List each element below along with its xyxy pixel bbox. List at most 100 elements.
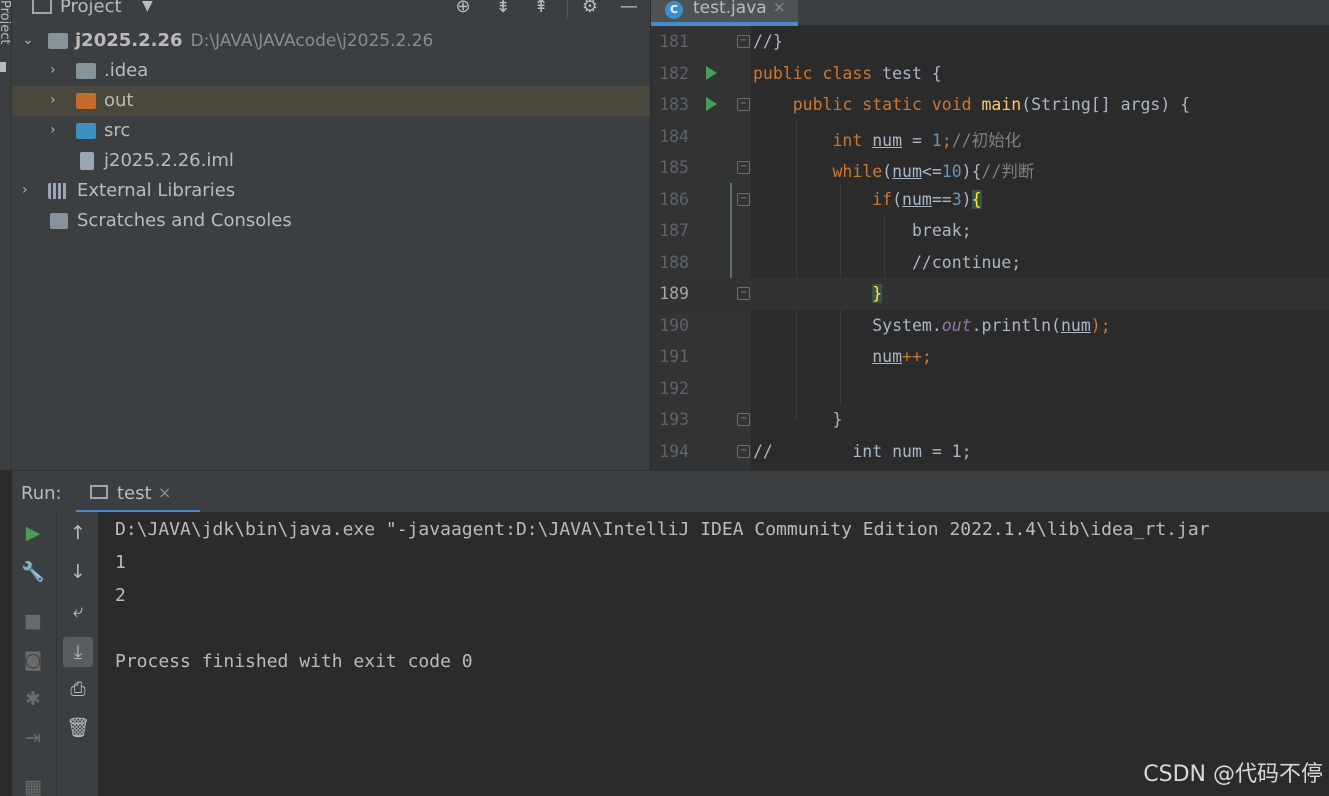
source-folder-icon: [76, 123, 96, 139]
code-line-186[interactable]: 186 − if(num==3){: [651, 184, 1329, 216]
code-editor[interactable]: C test.java × 181 − //} 182 public class…: [651, 0, 1329, 470]
console-output[interactable]: D:\JAVA\jdk\bin\java.exe "-javaagent:D:\…: [98, 512, 1329, 796]
project-title[interactable]: Project: [60, 0, 122, 17]
tree-item-external-libraries[interactable]: › External Libraries: [12, 176, 650, 206]
code-text: while(num<=10){//判断: [832, 162, 1035, 181]
code-line-194[interactable]: 194 − // int num = 1;: [651, 436, 1329, 468]
chevron-down-icon[interactable]: ▼: [142, 0, 153, 14]
soft-wrap-icon[interactable]: ⤶: [65, 598, 91, 624]
tree-item-label: Scratches and Consoles: [77, 210, 292, 231]
watermark: CSDN @代码不停: [1143, 762, 1323, 787]
locate-icon[interactable]: ⊕: [452, 0, 474, 18]
run-panel: Run: test × ▶ 🔧 ■ ◙ ✱ ⇥ ▦ ↑ ↓ ⤶ ⤓ ⎙ 🗑 D:…: [12, 470, 1329, 796]
tab-label: test.java: [693, 0, 767, 18]
expand-all-icon[interactable]: ⇟: [492, 0, 514, 18]
code-text: //continue;: [911, 252, 1022, 272]
editor-tab-bar: C test.java ×: [651, 0, 1329, 26]
line-number: 191: [659, 347, 689, 366]
project-root-path: D:\JAVA\JAVAcode\j2025.2.26: [190, 31, 434, 51]
fold-icon[interactable]: −: [737, 444, 750, 458]
code-line-182[interactable]: 182 public class test {: [651, 58, 1329, 90]
tab-test-java[interactable]: C test.java ×: [651, 0, 798, 26]
camera-icon[interactable]: ◙: [20, 647, 46, 673]
module-folder-icon: [48, 33, 68, 49]
layout-icon[interactable]: ▦: [20, 774, 46, 796]
code-text: System.out.println(num);: [872, 315, 1111, 335]
rerun-icon[interactable]: ▶: [20, 520, 46, 546]
tree-item-scratches[interactable]: Scratches and Consoles: [12, 206, 650, 236]
tree-item-out[interactable]: › out: [12, 86, 650, 116]
console-line: Process finished with exit code 0: [115, 651, 473, 672]
print-icon[interactable]: ⎙: [65, 676, 91, 702]
tree-item-project-root[interactable]: ⌄ j2025.2.26 D:\JAVA\JAVAcode\j2025.2.26: [12, 26, 650, 56]
tree-item-label: out: [104, 90, 134, 111]
tree-item-idea[interactable]: › .idea: [12, 56, 650, 86]
tool-window-strip: Project: [0, 0, 12, 470]
line-number: 181: [659, 32, 689, 51]
code-line-181[interactable]: 181 − //}: [651, 26, 1329, 58]
fold-icon[interactable]: −: [737, 287, 750, 300]
tree-item-iml[interactable]: j2025.2.26.iml: [12, 146, 650, 176]
java-class-icon: C: [665, 1, 683, 19]
line-number: 184: [659, 126, 689, 146]
arrow-down-icon[interactable]: ↓: [65, 559, 91, 585]
close-icon[interactable]: ×: [773, 0, 786, 16]
project-strip-label[interactable]: Project: [0, 0, 12, 44]
fold-icon[interactable]: −: [737, 35, 750, 48]
fold-icon[interactable]: −: [737, 98, 750, 111]
chevron-right-icon[interactable]: ›: [22, 182, 28, 198]
line-number: 183: [659, 95, 689, 114]
chevron-right-icon[interactable]: ›: [50, 62, 56, 78]
code-line-192[interactable]: 192: [651, 373, 1329, 405]
console-line: D:\JAVA\jdk\bin\java.exe "-javaagent:D:\…: [115, 519, 1210, 540]
code-line-187[interactable]: 187 break;: [651, 215, 1329, 247]
project-panel: Project ▼ ⊕ ⇟ ⇞ ⚙ — ⌄ j2025.2.26 D:\JAVA\…: [12, 0, 650, 470]
fold-icon[interactable]: −: [737, 413, 750, 426]
run-gutter-icon[interactable]: [706, 65, 717, 80]
code-line-190[interactable]: 190 System.out.println(num);: [651, 310, 1329, 342]
chevron-right-icon[interactable]: ›: [50, 122, 56, 138]
chevron-right-icon[interactable]: ›: [50, 92, 56, 108]
fold-icon[interactable]: −: [737, 161, 750, 174]
trash-icon[interactable]: 🗑: [65, 715, 91, 741]
wrench-icon[interactable]: 🔧: [20, 559, 46, 585]
line-number: 185: [659, 158, 689, 177]
code-text: break;: [911, 221, 972, 240]
line-number: 192: [659, 378, 689, 398]
exit-icon[interactable]: ⇥: [20, 725, 46, 751]
tree-item-src[interactable]: › src: [12, 116, 650, 146]
fold-icon[interactable]: −: [737, 192, 750, 206]
stop-icon[interactable]: ■: [20, 608, 46, 634]
code-line-193[interactable]: 193 − }: [651, 404, 1329, 436]
libraries-icon: [48, 183, 68, 199]
code-line-185[interactable]: 185 − while(num<=10){//判断: [651, 152, 1329, 184]
code-line-191[interactable]: 191 num++;: [651, 341, 1329, 373]
code-text: }: [872, 284, 883, 303]
divider: [567, 0, 568, 18]
chevron-down-icon[interactable]: ⌄: [22, 32, 34, 48]
hide-icon[interactable]: —: [618, 0, 640, 18]
code-line-183[interactable]: 183 − public static void main(String[] a…: [651, 89, 1329, 121]
line-number: 187: [659, 221, 689, 240]
scratches-icon: [50, 213, 68, 229]
code-text: //}: [753, 32, 783, 51]
collapse-all-icon[interactable]: ⇞: [530, 0, 552, 18]
line-number: 188: [659, 252, 689, 272]
debug-icon[interactable]: ✱: [20, 686, 46, 712]
code-text: public class test {: [753, 63, 942, 83]
scroll-to-end-icon[interactable]: ⤓: [63, 637, 93, 667]
project-header: Project ▼ ⊕ ⇟ ⇞ ⚙ —: [12, 0, 650, 20]
code-line-188[interactable]: 188 //continue;: [651, 247, 1329, 279]
tree-item-label: src: [104, 120, 131, 141]
arrow-up-icon[interactable]: ↑: [65, 520, 91, 546]
line-number: 190: [659, 315, 689, 335]
close-icon[interactable]: ×: [158, 483, 171, 502]
code-line-184[interactable]: 184 int num = 1;//初始化: [651, 121, 1329, 153]
project-folder-icon: [32, 0, 52, 14]
console-line: 1: [115, 552, 126, 573]
run-gutter-icon[interactable]: [706, 97, 717, 111]
run-tab-test[interactable]: test ×: [76, 471, 200, 513]
gear-icon[interactable]: ⚙: [579, 0, 601, 18]
line-number: 186: [659, 189, 689, 209]
code-line-189[interactable]: 189 − }: [651, 278, 1329, 310]
